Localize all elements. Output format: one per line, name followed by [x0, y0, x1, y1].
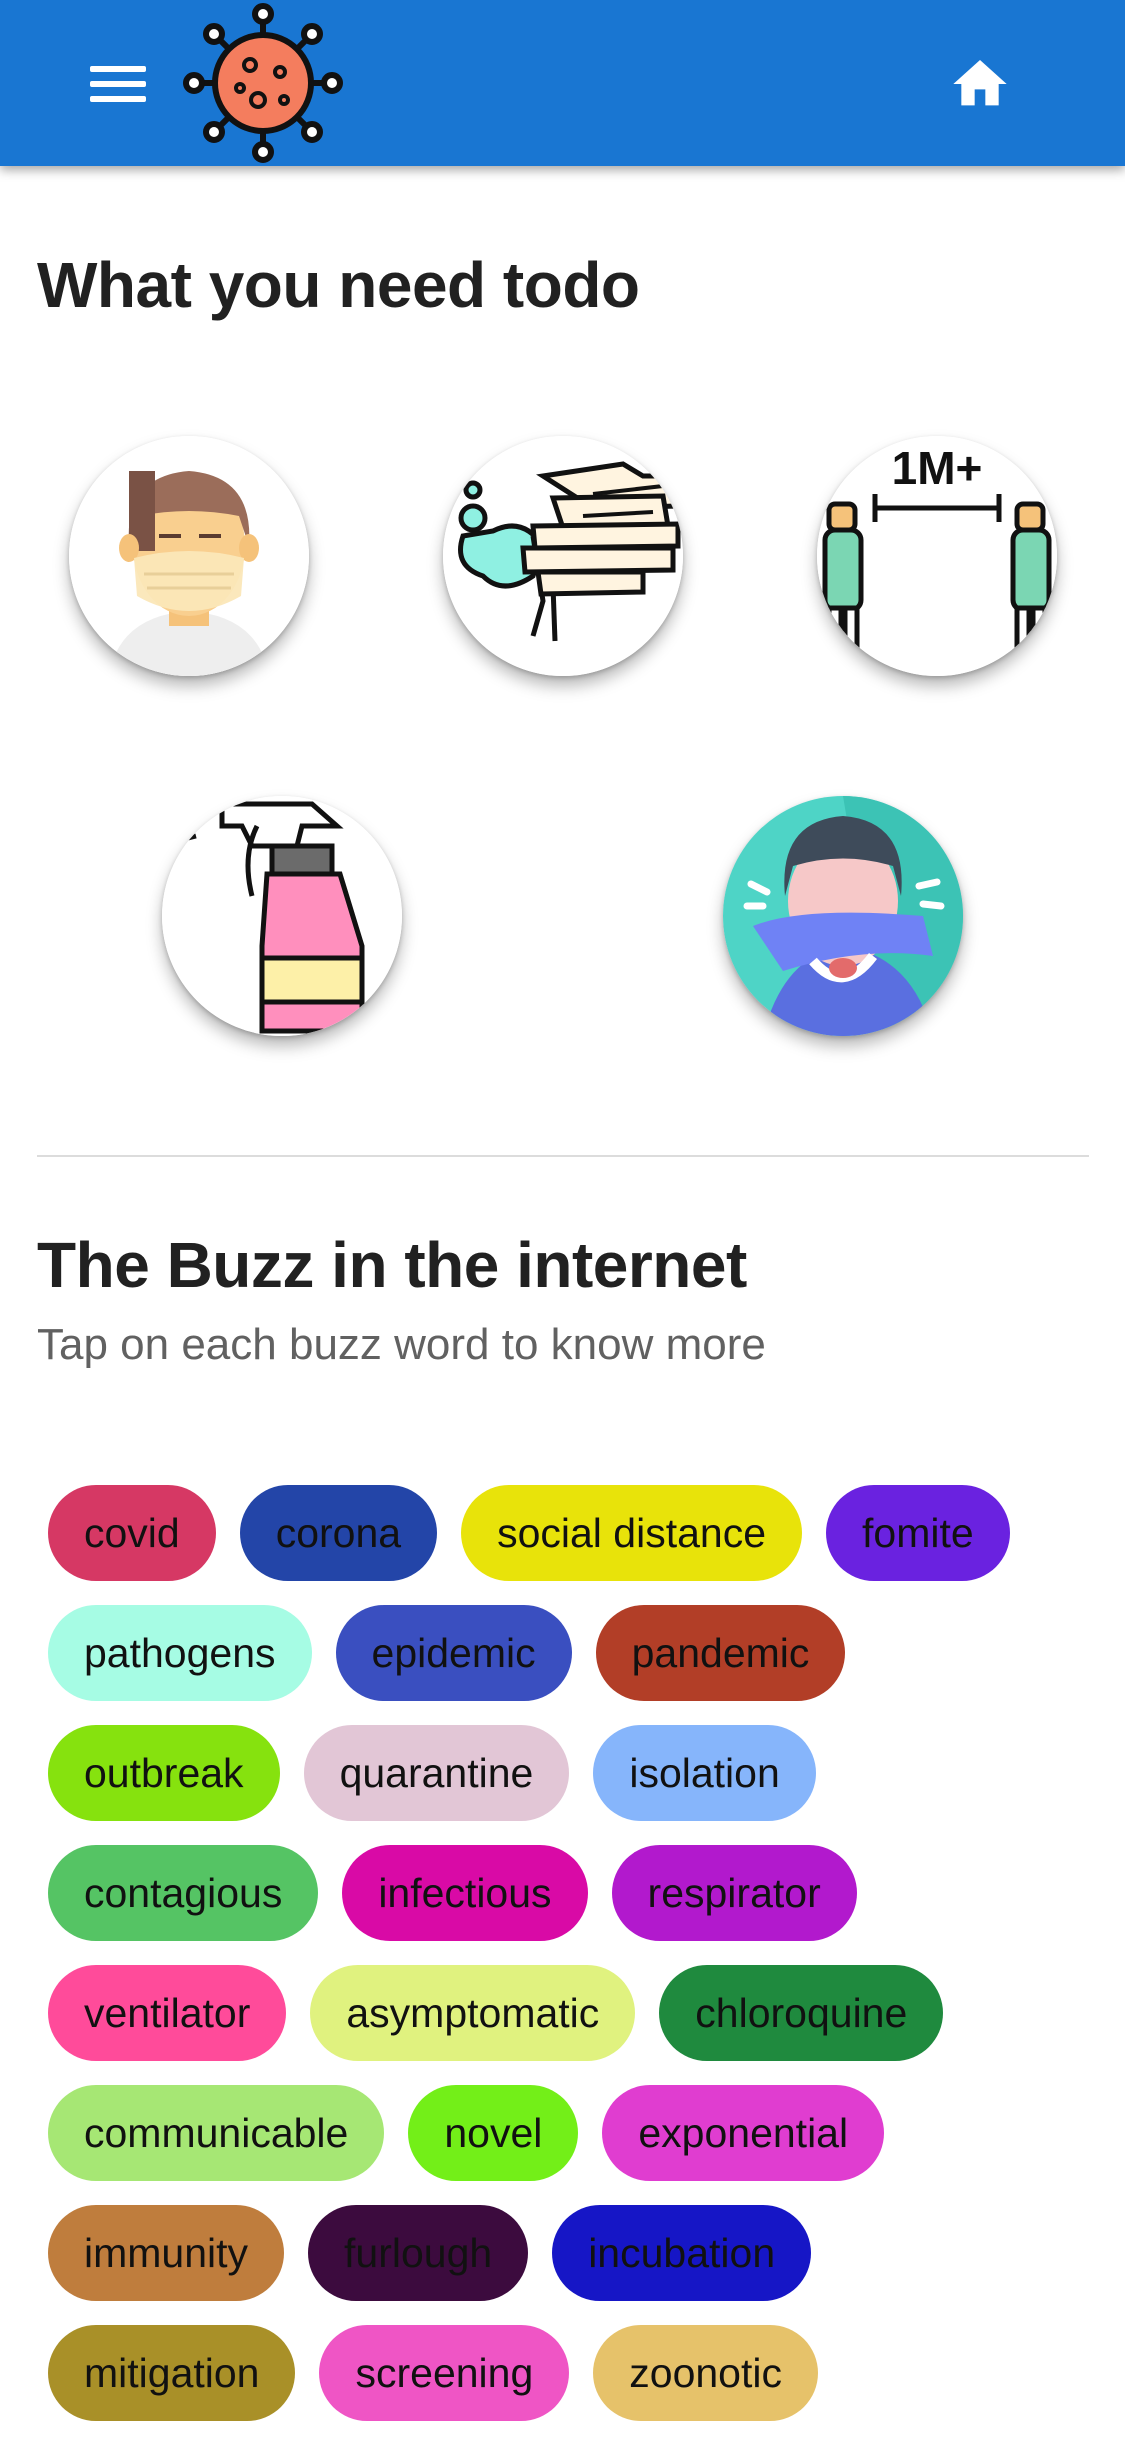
buzz-chip-novel[interactable]: novel [408, 2085, 579, 2181]
buzz-chip-communicable[interactable]: communicable [48, 2085, 385, 2181]
cough-into-elbow-icon[interactable] [723, 796, 963, 1036]
buzz-chip-outbreak[interactable]: outbreak [48, 1725, 280, 1821]
buzz-chip-isolation[interactable]: isolation [593, 1725, 816, 1821]
distance-label: 1M+ [892, 442, 983, 494]
chip-row: outbreak quarantine isolation [48, 1725, 1088, 1821]
chip-row: mitigation screening zoonotic [48, 2325, 1088, 2421]
social-distance-icon[interactable]: 1M+ [817, 436, 1057, 676]
hamburger-menu-icon[interactable] [90, 62, 150, 106]
buzz-section-title: The Buzz in the internet [37, 1229, 747, 1301]
disinfectant-spray-icon[interactable] [162, 796, 402, 1036]
buzz-chip-pathogens[interactable]: pathogens [48, 1605, 312, 1701]
menu-line [90, 66, 146, 72]
buzz-chip-incubation[interactable]: incubation [552, 2205, 812, 2301]
menu-line [90, 96, 146, 102]
buzz-chip-social-distance[interactable]: social distance [461, 1485, 803, 1581]
menu-line [90, 81, 146, 87]
buzz-chip-furlough[interactable]: furlough [308, 2205, 529, 2301]
buzz-chip-chloroquine[interactable]: chloroquine [659, 1965, 944, 2061]
chip-row: ventilator asymptomatic chloroquine [48, 1965, 1088, 2061]
buzz-chip-quarantine[interactable]: quarantine [303, 1725, 570, 1821]
buzz-chip-infectious[interactable]: infectious [342, 1845, 588, 1941]
app-bar [0, 0, 1125, 166]
buzz-chip-respirator[interactable]: respirator [611, 1845, 857, 1941]
buzz-chip-contagious[interactable]: contagious [48, 1845, 319, 1941]
buzz-chip-pandemic[interactable]: pandemic [595, 1605, 846, 1701]
chip-row: communicable novel exponential [48, 2085, 1088, 2181]
face-mask-icon[interactable] [69, 436, 309, 676]
home-icon[interactable] [948, 52, 1012, 116]
buzz-chip-screening[interactable]: screening [319, 2325, 570, 2421]
buzz-chip-fomite[interactable]: fomite [826, 1485, 1010, 1581]
buzz-chip-epidemic[interactable]: epidemic [335, 1605, 572, 1701]
buzz-chip-mitigation[interactable]: mitigation [48, 2325, 296, 2421]
buzz-word-chips: covid corona social distance fomite pathogen… [48, 1485, 1088, 2445]
buzz-chip-exponential[interactable]: exponential [602, 2085, 885, 2181]
virus-logo-icon [183, 3, 343, 163]
buzz-chip-zoonotic[interactable]: zoonotic [593, 2325, 818, 2421]
buzz-chip-corona[interactable]: corona [239, 1485, 438, 1581]
buzz-section-subtitle: Tap on each buzz word to know more [37, 1320, 766, 1369]
buzz-chip-covid[interactable]: covid [48, 1485, 216, 1581]
todo-section-title: What you need todo [37, 249, 640, 321]
hand-washing-icon[interactable] [443, 436, 683, 676]
section-divider [37, 1155, 1089, 1157]
buzz-chip-ventilator[interactable]: ventilator [48, 1965, 287, 2061]
chip-row: covid corona social distance fomite [48, 1485, 1088, 1581]
chip-row: pathogens epidemic pandemic [48, 1605, 1088, 1701]
chip-row: immunity furlough incubation [48, 2205, 1088, 2301]
chip-row: contagious infectious respirator [48, 1845, 1088, 1941]
buzz-chip-asymptomatic[interactable]: asymptomatic [310, 1965, 636, 2061]
buzz-chip-immunity[interactable]: immunity [48, 2205, 285, 2301]
